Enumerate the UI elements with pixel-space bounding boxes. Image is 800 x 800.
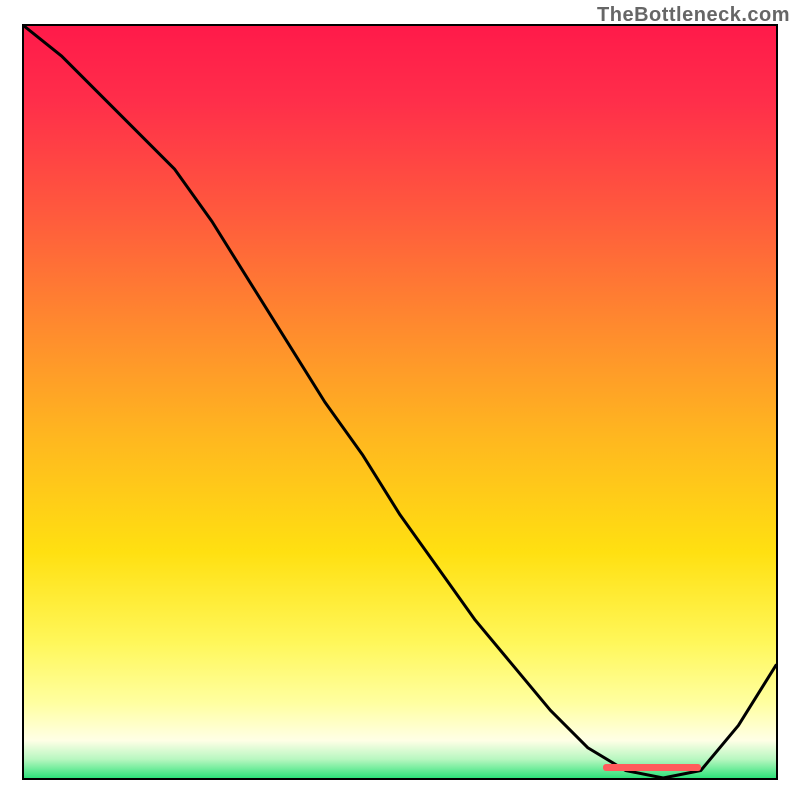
chart-svg: [24, 26, 776, 778]
minimum-marker: [603, 764, 701, 771]
heat-background: [24, 26, 776, 778]
stage: TheBottleneck.com: [0, 0, 800, 800]
chart-area: [22, 24, 778, 780]
